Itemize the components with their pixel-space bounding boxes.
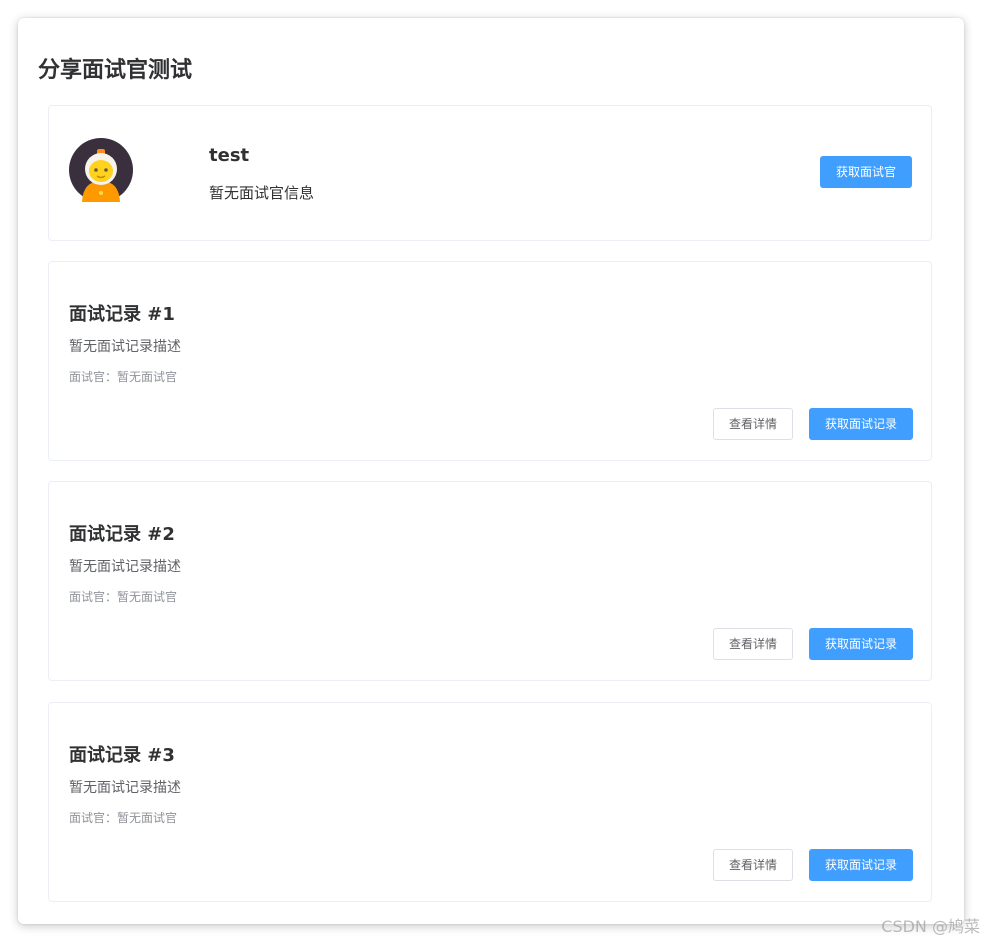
view-details-button[interactable]: 查看详情 <box>713 628 793 660</box>
view-details-button[interactable]: 查看详情 <box>713 408 793 440</box>
app-window: 分享面试官测试 test 暂无面试官信息 获取面试官 面试记录 #1 暂无面试记… <box>18 18 964 924</box>
record-title: 面试记录 #3 <box>69 745 175 766</box>
csdn-watermark: CSDN @鸠菜 <box>881 917 980 936</box>
get-interviewer-button[interactable]: 获取面试官 <box>820 156 912 188</box>
page-title: 分享面试官测试 <box>38 58 193 83</box>
interview-record-card: 面试记录 #3 暂无面试记录描述 面试官：暂无面试官 查看详情 获取面试记录 <box>48 702 932 902</box>
record-description: 暂无面试记录描述 <box>69 339 181 355</box>
get-interview-record-button[interactable]: 获取面试记录 <box>809 849 913 881</box>
robot-avatar-icon <box>69 138 133 202</box>
record-description: 暂无面试记录描述 <box>69 780 181 796</box>
get-interview-record-button[interactable]: 获取面试记录 <box>809 628 913 660</box>
record-interviewer: 面试官：暂无面试官 <box>69 590 178 604</box>
interviewer-profile-card: test 暂无面试官信息 获取面试官 <box>48 105 932 241</box>
interview-record-card: 面试记录 #1 暂无面试记录描述 面试官：暂无面试官 查看详情 获取面试记录 <box>48 261 932 461</box>
record-interviewer: 面试官：暂无面试官 <box>69 811 178 825</box>
interview-record-card: 面试记录 #2 暂无面试记录描述 面试官：暂无面试官 查看详情 获取面试记录 <box>48 481 932 681</box>
get-interview-record-button[interactable]: 获取面试记录 <box>809 408 913 440</box>
record-description: 暂无面试记录描述 <box>69 559 181 575</box>
view-details-button[interactable]: 查看详情 <box>713 849 793 881</box>
record-title: 面试记录 #1 <box>69 304 175 325</box>
interviewer-name: test <box>209 145 250 166</box>
record-interviewer: 面试官：暂无面试官 <box>69 370 178 384</box>
record-title: 面试记录 #2 <box>69 524 175 545</box>
interviewer-info: 暂无面试官信息 <box>209 184 315 202</box>
